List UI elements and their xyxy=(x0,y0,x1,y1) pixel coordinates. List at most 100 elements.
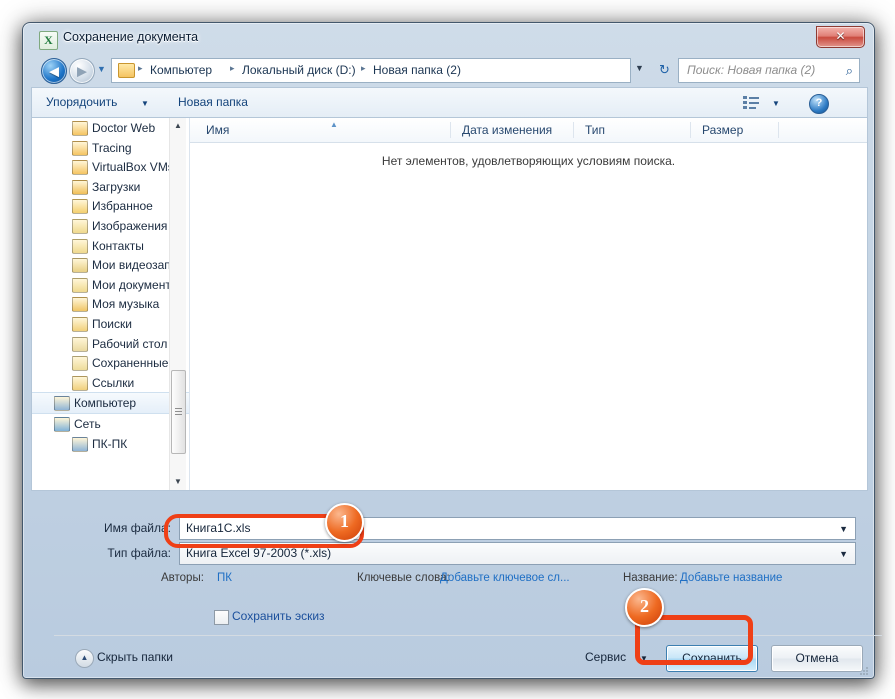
folder-icon xyxy=(72,160,88,176)
tools-button[interactable]: Сервис xyxy=(585,650,626,664)
column-header-1[interactable]: Имя xyxy=(206,123,229,137)
metadata-value-1[interactable]: ПК xyxy=(217,572,232,584)
sidebar-item-10[interactable]: Моя музыка xyxy=(32,294,189,314)
contacts-icon xyxy=(72,238,88,254)
collapse-icon[interactable]: ▲ xyxy=(75,649,94,668)
sidebar-item-7[interactable]: Контакты xyxy=(32,236,189,256)
sidebar-item-label: Изображения xyxy=(92,218,168,233)
annotation-badge-1: 1 xyxy=(325,503,364,542)
sidebar-item-4[interactable]: Загрузки xyxy=(32,177,189,197)
sidebar-item-label: ПК-ПК xyxy=(92,436,128,451)
back-button[interactable]: ◀ xyxy=(41,58,67,84)
close-icon[interactable]: ✕ xyxy=(816,26,865,48)
breadcrumb-separator: ▸ xyxy=(230,63,235,73)
favorites-icon xyxy=(72,199,88,215)
chevron-down-icon[interactable]: ▼ xyxy=(839,524,848,534)
metadata-row: Авторы: ПК Ключевые слова: Добавьте ключево… xyxy=(23,572,874,588)
sidebar-item-15[interactable]: Компьютер xyxy=(32,392,189,414)
column-headers: ▲ Имя Дата изменения Тип Размер xyxy=(190,118,867,143)
recent-locations-icon[interactable]: ▼ xyxy=(97,64,106,74)
search-input[interactable]: Поиск: Новая папка (2) ⌕ xyxy=(678,58,860,83)
search-placeholder: Поиск: Новая папка (2) xyxy=(687,63,816,77)
file-list-pane[interactable]: ▲ Имя Дата изменения Тип Размер Нет элемент… xyxy=(189,118,867,490)
new-folder-button[interactable]: Новая папка xyxy=(178,95,248,109)
navigation-pane: Doctor Web Tracing VirtualBox VMs Загрузки И… xyxy=(32,118,189,490)
breadcrumb-item-new-folder[interactable]: Новая папка (2) xyxy=(373,63,461,77)
address-bar[interactable]: ▸ Компьютер ▸ Локальный диск (D:) ▸ Нова… xyxy=(111,58,631,83)
sidebar-item-8[interactable]: Мои видеозап xyxy=(32,255,189,275)
scroll-down-icon[interactable]: ▼ xyxy=(170,474,186,490)
address-dropdown-icon[interactable]: ▼ xyxy=(635,63,644,73)
breadcrumb-item-local-disk[interactable]: Локальный диск (D:) xyxy=(242,63,356,77)
metadata-value-2[interactable]: Добавьте ключевое сл... xyxy=(440,572,570,584)
forward-arrow-icon: ▶ xyxy=(77,63,87,79)
forward-button[interactable]: ▶ xyxy=(69,58,95,84)
help-icon[interactable]: ? xyxy=(809,94,829,114)
sidebar-item-11[interactable]: Поиски xyxy=(32,314,189,334)
sidebar-item-3[interactable]: VirtualBox VMs xyxy=(32,157,189,177)
column-divider[interactable] xyxy=(450,122,451,138)
sidebar-item-label: Doctor Web xyxy=(92,121,156,135)
sidebar-item-16[interactable]: Сеть xyxy=(32,414,189,434)
column-header-2[interactable]: Дата изменения xyxy=(462,123,552,137)
browser-panes: Doctor Web Tracing VirtualBox VMs Загрузки И… xyxy=(31,117,868,491)
nav-scrollbar[interactable]: ▲ ▼ xyxy=(169,118,186,490)
column-header-3[interactable]: Тип xyxy=(585,123,605,137)
sidebar-item-2[interactable]: Tracing xyxy=(32,138,189,158)
sidebar-item-13[interactable]: Сохраненные xyxy=(32,353,189,373)
sidebar-item-label: Поиски xyxy=(92,316,132,331)
view-dropdown-icon[interactable]: ▼ xyxy=(772,99,780,108)
folder-icon xyxy=(72,140,88,156)
breadcrumb-separator: ▸ xyxy=(361,63,366,73)
sidebar-item-label: Tracing xyxy=(92,140,132,155)
sidebar-item-label: Мои документ xyxy=(92,277,171,292)
cancel-button[interactable]: Отмена xyxy=(771,645,863,672)
filename-label: Имя файла: xyxy=(104,521,171,535)
scroll-up-icon[interactable]: ▲ xyxy=(170,118,186,134)
sidebar-item-label: VirtualBox VMs xyxy=(92,160,174,175)
sidebar-item-label: Загрузки xyxy=(92,179,141,194)
save-thumbnail-label[interactable]: Сохранить эскиз xyxy=(232,609,325,623)
sidebar-item-9[interactable]: Мои документ xyxy=(32,275,189,295)
sidebar-item-label: Мои видеозап xyxy=(92,258,171,273)
divider xyxy=(54,635,882,636)
excel-icon: X xyxy=(39,31,58,50)
filetype-value: Книга Excel 97-2003 (*.xls) xyxy=(186,546,332,560)
sidebar-item-14[interactable]: Ссылки xyxy=(32,373,189,393)
chevron-down-icon[interactable]: ▼ xyxy=(839,549,848,559)
saved-games-icon xyxy=(72,356,88,372)
organize-button[interactable]: Упорядочить xyxy=(46,95,117,109)
resize-grip[interactable] xyxy=(860,665,870,675)
videos-icon xyxy=(72,258,88,274)
column-divider[interactable] xyxy=(690,122,691,138)
sidebar-item-label: Контакты xyxy=(92,238,144,253)
metadata-value-3[interactable]: Добавьте название xyxy=(680,572,782,584)
column-header-4[interactable]: Размер xyxy=(702,123,743,137)
sidebar-item-1[interactable]: Doctor Web xyxy=(32,118,189,138)
back-arrow-icon: ◀ xyxy=(49,63,59,79)
searches-icon xyxy=(72,316,88,332)
column-divider[interactable] xyxy=(778,122,779,138)
computer-icon xyxy=(54,396,70,412)
refresh-icon[interactable]: ↻ xyxy=(654,60,675,81)
breadcrumb-separator: ▸ xyxy=(138,63,143,73)
save-document-dialog: X Сохранение документа ✕ ◀ ▶ ▼ ▸ Компьют… xyxy=(22,22,882,679)
sort-ascending-icon[interactable]: ▲ xyxy=(330,120,338,129)
sidebar-item-17[interactable]: ПК-ПК xyxy=(32,434,189,454)
sidebar-item-5[interactable]: Избранное xyxy=(32,196,189,216)
view-mode-icon[interactable] xyxy=(743,96,759,110)
hide-folders-button[interactable]: Скрыть папки xyxy=(97,650,173,664)
sidebar-item-12[interactable]: Рабочий стол xyxy=(32,334,189,354)
toolbar: Упорядочить ▼ Новая папка ▼ ? xyxy=(31,87,868,118)
sidebar-item-6[interactable]: Изображения xyxy=(32,216,189,236)
sidebar-item-label: Компьютер xyxy=(74,396,137,411)
column-divider[interactable] xyxy=(573,122,574,138)
save-thumbnail-checkbox[interactable] xyxy=(214,610,229,625)
sidebar-item-label: Сеть xyxy=(74,416,101,431)
chevron-down-icon[interactable]: ▼ xyxy=(141,99,149,108)
sidebar-item-label: Рабочий стол xyxy=(92,336,168,351)
window-title: Сохранение документа xyxy=(63,30,199,44)
scrollbar-thumb[interactable] xyxy=(171,370,186,454)
pictures-icon xyxy=(72,218,88,234)
breadcrumb-item-computer[interactable]: Компьютер xyxy=(150,63,212,77)
